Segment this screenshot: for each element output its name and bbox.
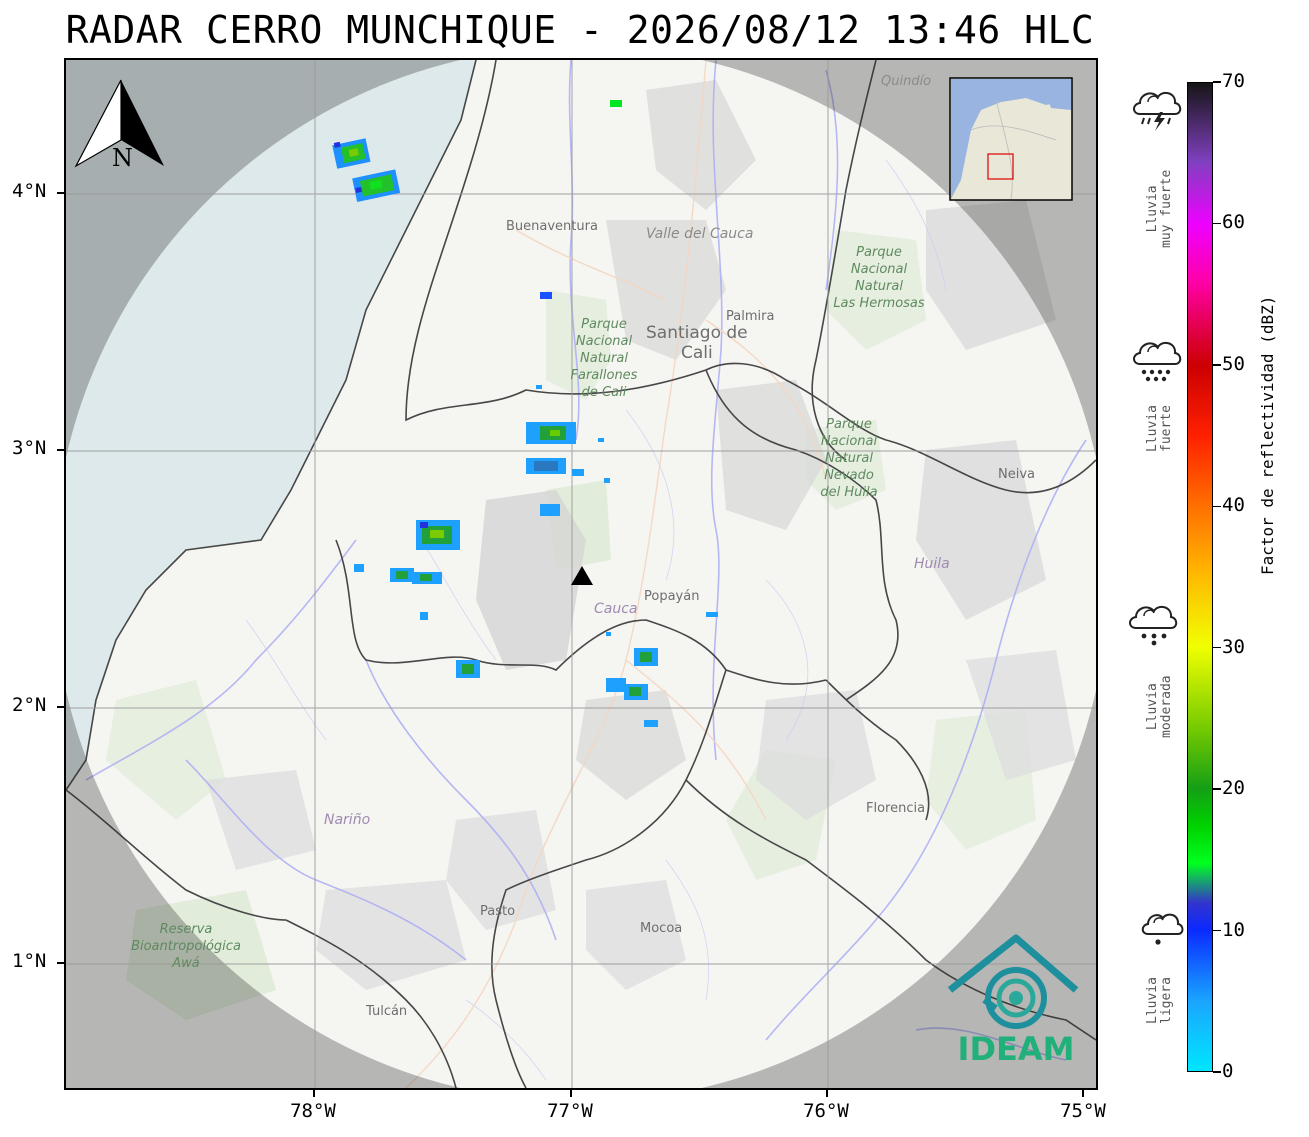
svg-text:Nevado: Nevado bbox=[824, 468, 874, 483]
echo-cell bbox=[354, 564, 364, 572]
label-buenaventura: Buenaventura bbox=[506, 219, 598, 234]
colorbar-tick-mark bbox=[1213, 81, 1221, 83]
label-pasto: Pasto bbox=[480, 904, 515, 919]
lon-tick-76w: 76°W bbox=[803, 1100, 849, 1122]
echo-cell bbox=[604, 478, 610, 483]
lon-tick-75w: 75°W bbox=[1060, 1100, 1106, 1122]
svg-text:IDEAM: IDEAM bbox=[958, 1030, 1075, 1068]
label-narino: Nariño bbox=[324, 812, 370, 828]
label-popayan: Popayán bbox=[644, 589, 699, 604]
label-cali-2: Cali bbox=[681, 343, 713, 363]
light-rain-cloud-icon bbox=[1141, 913, 1184, 945]
echo-cell bbox=[540, 504, 560, 516]
lon-tick-77w: 77°W bbox=[547, 1100, 593, 1122]
colorbar-tick-mark bbox=[1213, 222, 1221, 225]
svg-text:N: N bbox=[112, 144, 133, 172]
label-neiva: Neiva bbox=[998, 467, 1035, 482]
storm-cloud-icon bbox=[1133, 91, 1182, 131]
colorbar-tick-label: 60 bbox=[1222, 211, 1245, 234]
svg-text:Bioantropológica: Bioantropológica bbox=[131, 939, 241, 954]
lat-tick-3n: 3°N bbox=[12, 437, 47, 459]
echo-cell bbox=[540, 292, 552, 299]
svg-text:de Cali: de Cali bbox=[582, 385, 627, 400]
svg-text:Natural: Natural bbox=[855, 279, 903, 294]
echo-cell bbox=[606, 632, 611, 636]
heavy-rain-cloud-icon bbox=[1133, 341, 1182, 382]
svg-text:Parque: Parque bbox=[826, 417, 872, 432]
label-palmira: Palmira bbox=[726, 309, 774, 324]
echo-cell bbox=[598, 438, 604, 442]
svg-text:del Huila: del Huila bbox=[820, 485, 877, 500]
colorbar-tick-mark bbox=[1213, 788, 1221, 790]
echo-cell bbox=[634, 648, 658, 666]
echo-cell bbox=[706, 612, 718, 617]
echo-cell bbox=[610, 100, 622, 107]
colorbar-tick-mark bbox=[1213, 505, 1221, 508]
label-valle: Valle del Cauca bbox=[646, 226, 753, 242]
echo-cell bbox=[456, 660, 480, 678]
label-florencia: Florencia bbox=[866, 801, 925, 816]
colorbar-tick-label: 40 bbox=[1222, 494, 1245, 517]
echo-cell bbox=[644, 720, 658, 727]
radar-map[interactable]: Buenaventura Valle del Cauca Quindío Pal… bbox=[64, 58, 1098, 1090]
legend-label-ligera: Lluvia ligera bbox=[1145, 977, 1174, 1024]
map-svg: Buenaventura Valle del Cauca Quindío Pal… bbox=[66, 60, 1096, 1088]
colorbar-tick-label: 50 bbox=[1222, 352, 1245, 375]
lat-tick-4n: 4°N bbox=[12, 180, 47, 202]
svg-text:Awá: Awá bbox=[171, 956, 200, 971]
lat-tick-2n: 2°N bbox=[12, 694, 47, 716]
svg-text:Las Hermosas: Las Hermosas bbox=[833, 296, 925, 311]
echo-cell bbox=[416, 520, 460, 550]
reflectivity-colorbar bbox=[1187, 82, 1213, 1072]
label-cali-1: Santiago de bbox=[646, 323, 748, 343]
lon-tick-78w: 78°W bbox=[290, 1100, 336, 1122]
label-mocoa: Mocoa bbox=[640, 921, 682, 936]
legend-label-moderada: Lluvia moderada bbox=[1145, 675, 1174, 738]
svg-text:Natural: Natural bbox=[825, 451, 873, 466]
colorbar-tick-label: 30 bbox=[1222, 635, 1245, 658]
svg-text:Parque: Parque bbox=[856, 245, 902, 260]
colorbar-tick-mark bbox=[1213, 929, 1221, 932]
colorbar-tick-label: 20 bbox=[1222, 777, 1245, 800]
label-nevado: Parque Nacional Natural Nevado del Huila bbox=[820, 417, 877, 500]
svg-text:Natural: Natural bbox=[580, 351, 628, 366]
colorbar-tick-label: 70 bbox=[1222, 70, 1245, 92]
moderate-rain-cloud-icon bbox=[1129, 605, 1178, 646]
svg-text:Reserva: Reserva bbox=[160, 922, 213, 937]
colorbar-tick-label: 0 bbox=[1222, 1060, 1234, 1082]
echo-cell bbox=[420, 612, 428, 620]
label-cauca: Cauca bbox=[594, 601, 638, 617]
svg-text:Nacional: Nacional bbox=[821, 434, 878, 449]
colorbar-tick-mark bbox=[1213, 364, 1221, 366]
label-huila: Huila bbox=[914, 556, 950, 572]
colorbar-tick-mark bbox=[1213, 646, 1221, 649]
svg-text:Farallones: Farallones bbox=[571, 368, 638, 383]
legend-label-fuerte: Lluvia fuerte bbox=[1145, 405, 1174, 452]
svg-text:Nacional: Nacional bbox=[851, 262, 908, 277]
chart-title: RADAR CERRO MUNCHIQUE - 2026/08/12 13:46… bbox=[65, 8, 1095, 52]
inset-locator-map bbox=[949, 77, 1073, 201]
lat-tick-1n: 1°N bbox=[12, 950, 47, 972]
label-tulcan: Tulcán bbox=[365, 1004, 407, 1019]
colorbar-tick-label: 10 bbox=[1222, 918, 1245, 941]
echo-cell bbox=[536, 385, 542, 389]
label-quindio: Quindío bbox=[881, 74, 931, 89]
colorbar-title: Factor de reflectividad (dBZ) bbox=[1258, 295, 1277, 575]
echo-cell bbox=[526, 422, 576, 444]
svg-text:Nacional: Nacional bbox=[576, 334, 633, 349]
colorbar-tick-mark bbox=[1213, 1071, 1221, 1073]
svg-text:Parque: Parque bbox=[581, 317, 627, 332]
legend-label-muy-fuerte: Lluvia muy fuerte bbox=[1145, 169, 1174, 248]
